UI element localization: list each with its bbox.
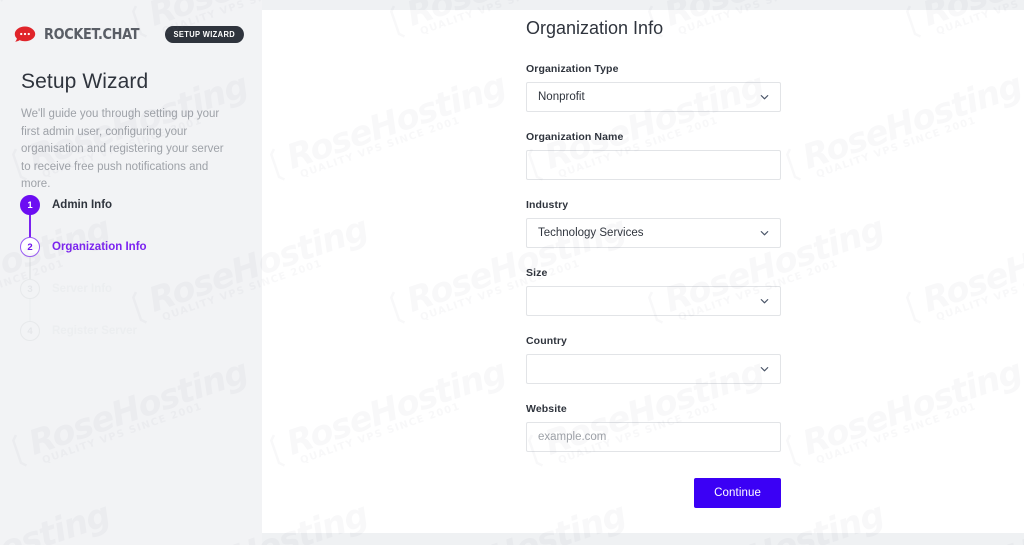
field-country: Country <box>526 335 826 384</box>
main-card: Organization Info Organization Type Nonp… <box>262 10 1024 533</box>
chevron-down-icon <box>759 228 770 239</box>
field-industry: Industry Technology Services <box>526 199 826 248</box>
field-website: Website example.com <box>526 403 826 452</box>
sidebar-step-server-info[interactable]: 3 Server Info <box>20 268 240 331</box>
step-number-badge: 3 <box>20 279 40 299</box>
website-placeholder: example.com <box>538 431 607 443</box>
sidebar-description: We'll guide you through setting up your … <box>21 108 224 190</box>
field-size: Size <box>526 267 826 316</box>
field-organization-type: Organization Type Nonprofit <box>526 63 826 112</box>
chevron-down-icon <box>759 296 770 307</box>
brand-header: ROCKET.CHAT SETUP WIZARD <box>14 25 248 43</box>
field-label: Size <box>526 267 548 279</box>
step-list: 1 Admin Info 2 Organization Info 3 Serve… <box>20 184 240 352</box>
organization-info-form: Organization Info Organization Type Nonp… <box>526 18 826 508</box>
sidebar-step-admin-info[interactable]: 1 Admin Info <box>20 184 240 247</box>
setup-wizard-badge: SETUP WIZARD <box>164 25 244 43</box>
step-label: Register Server <box>52 325 138 337</box>
chevron-down-icon <box>759 364 770 375</box>
website-input[interactable]: example.com <box>526 422 781 452</box>
field-label: Industry <box>526 199 569 211</box>
size-select[interactable] <box>526 286 781 316</box>
setup-wizard-screen: ROCKET.CHAT SETUP WIZARD Setup Wizard We… <box>0 0 1024 545</box>
brand-wordmark: ROCKET.CHAT <box>44 25 140 43</box>
step-number-badge: 4 <box>20 321 40 341</box>
step-label: Admin Info <box>52 199 113 211</box>
organization-type-value: Nonprofit <box>538 91 585 103</box>
step-number-badge: 2 <box>20 237 40 257</box>
field-label: Country <box>526 335 567 347</box>
organization-type-select[interactable]: Nonprofit <box>526 82 781 112</box>
rocketchat-bubble-icon <box>14 25 36 43</box>
field-organization-name: Organization Name <box>526 131 826 180</box>
page-title: Setup Wizard <box>21 70 149 93</box>
sidebar-step-organization-info[interactable]: 2 Organization Info <box>20 226 240 289</box>
country-select[interactable] <box>526 354 781 384</box>
organization-name-input[interactable] <box>526 150 781 180</box>
sidebar-step-register-server[interactable]: 4 Register Server <box>20 310 240 352</box>
field-label: Website <box>526 403 567 415</box>
step-label: Organization Info <box>52 241 147 253</box>
industry-select[interactable]: Technology Services <box>526 218 781 248</box>
continue-button[interactable]: Continue <box>694 478 781 508</box>
sidebar: ROCKET.CHAT SETUP WIZARD Setup Wizard We… <box>0 0 262 545</box>
step-number-badge: 1 <box>20 195 40 215</box>
chevron-down-icon <box>759 92 770 103</box>
field-label: Organization Name <box>526 131 624 143</box>
field-label: Organization Type <box>526 63 619 75</box>
step-label: Server Info <box>52 283 113 295</box>
form-actions: Continue <box>526 478 781 508</box>
industry-value: Technology Services <box>538 227 644 239</box>
form-title: Organization Info <box>526 18 664 38</box>
